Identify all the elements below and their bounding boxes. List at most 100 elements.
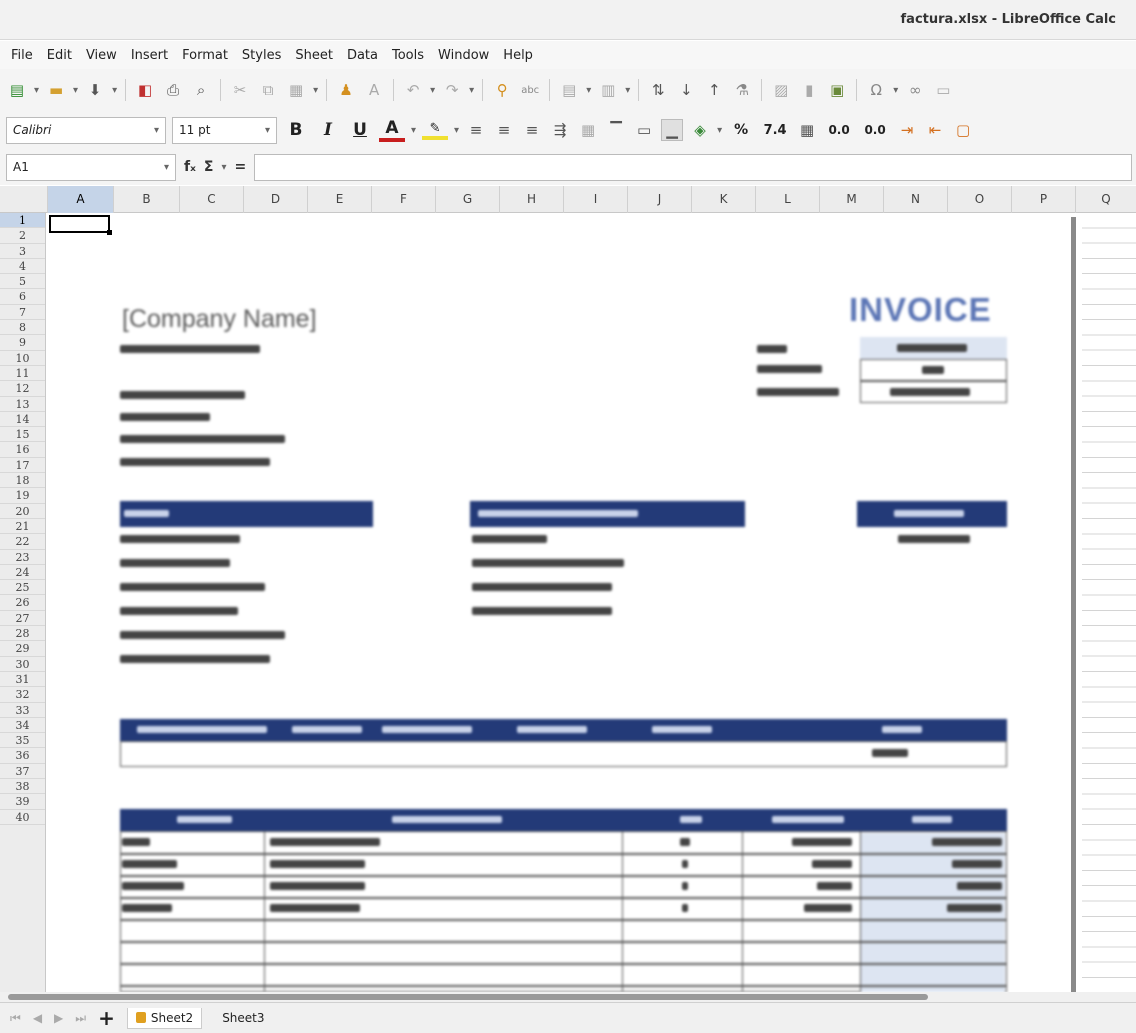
align-top-icon[interactable]: ▔ (605, 119, 627, 141)
print-icon[interactable]: ⎙ (162, 79, 184, 101)
row-header[interactable]: 2 (0, 228, 45, 244)
add-decimal-button[interactable]: 0.0 (824, 123, 854, 137)
menu-view[interactable]: View (79, 48, 124, 63)
column-header[interactable]: F (371, 186, 435, 213)
row-header[interactable]: 27 (0, 611, 45, 627)
save-dropdown-icon[interactable]: ▾ (112, 85, 117, 96)
menu-format[interactable]: Format (175, 48, 235, 63)
row-header[interactable]: 6 (0, 289, 45, 305)
font-name-box[interactable]: Calibri ▾ (6, 116, 166, 144)
menu-help[interactable]: Help (496, 48, 540, 63)
autofilter-icon[interactable]: ⚗ (731, 79, 753, 101)
sort-ascending-icon[interactable]: ↓ (675, 79, 697, 101)
row-header[interactable]: 34 (0, 718, 45, 734)
row-header[interactable]: 18 (0, 473, 45, 489)
row-header[interactable]: 32 (0, 687, 45, 703)
highlight-color-icon[interactable]: ✎ (422, 121, 449, 140)
open-dropdown-icon[interactable]: ▾ (73, 85, 78, 96)
increase-indent-icon[interactable]: ⇥ (896, 119, 918, 141)
font-color-icon[interactable]: A (379, 118, 405, 142)
row-header[interactable]: 17 (0, 458, 45, 474)
column-header[interactable]: A (47, 186, 113, 213)
menu-data[interactable]: Data (340, 48, 385, 63)
previous-sheet-icon[interactable]: ◀ (33, 1011, 42, 1025)
sort-icon[interactable]: ⇅ (647, 79, 669, 101)
column-header[interactable]: Q (1075, 186, 1136, 213)
sort-descending-icon[interactable]: ↑ (703, 79, 725, 101)
percent-format-button[interactable]: % (728, 122, 754, 138)
row-header[interactable]: 20 (0, 504, 45, 519)
sum-icon[interactable]: Σ (204, 159, 214, 175)
new-dropdown-icon[interactable]: ▾ (34, 85, 39, 96)
row-header[interactable]: 31 (0, 672, 45, 688)
italic-button[interactable]: I (315, 120, 341, 140)
last-sheet-icon[interactable]: ⏭ (75, 1011, 86, 1026)
special-character-dropdown-icon[interactable]: ▾ (893, 85, 898, 96)
underline-button[interactable]: U (347, 120, 373, 140)
menu-tools[interactable]: Tools (385, 48, 431, 63)
align-middle-icon[interactable]: ▭ (633, 119, 655, 141)
new-document-icon[interactable]: ▤ (6, 79, 28, 101)
sheet-tab[interactable]: Sheet3 (214, 1008, 272, 1028)
menu-insert[interactable]: Insert (124, 48, 175, 63)
row-header[interactable]: 19 (0, 488, 45, 504)
cut-icon[interactable]: ✂ (229, 79, 251, 101)
row-header[interactable]: 8 (0, 320, 45, 336)
borders-icon[interactable]: ▢ (952, 119, 974, 141)
scrollbar-thumb[interactable] (8, 994, 928, 1000)
row-icon[interactable]: ▤ (558, 79, 580, 101)
column-header[interactable]: N (883, 186, 947, 213)
paste-dropdown-icon[interactable]: ▾ (313, 85, 318, 96)
row-header[interactable]: 36 (0, 748, 45, 764)
pivot-table-icon[interactable]: ▣ (826, 79, 848, 101)
row-col-corner[interactable] (0, 186, 47, 213)
row-header[interactable]: 4 (0, 259, 45, 275)
paste-icon[interactable]: ▦ (285, 79, 307, 101)
clear-formatting-icon[interactable]: A (363, 79, 385, 101)
formula-icon[interactable]: = (234, 159, 246, 175)
menu-sheet[interactable]: Sheet (288, 48, 340, 63)
clone-formatting-icon[interactable]: ♟ (335, 79, 357, 101)
comment-icon[interactable]: ▭ (932, 79, 954, 101)
column-header[interactable]: C (179, 186, 243, 213)
export-pdf-icon[interactable]: ◧ (134, 79, 156, 101)
row-header[interactable]: 28 (0, 626, 45, 642)
formula-input[interactable] (254, 153, 1132, 181)
spelling-icon[interactable]: abc (519, 79, 541, 101)
open-folder-icon[interactable]: ▬ (45, 79, 67, 101)
merge-cells-icon[interactable]: ▦ (577, 119, 599, 141)
column-header[interactable]: G (435, 186, 499, 213)
undo-dropdown-icon[interactable]: ▾ (430, 85, 435, 96)
date-format-icon[interactable]: ▦ (796, 119, 818, 141)
special-character-icon[interactable]: Ω (865, 79, 887, 101)
name-box[interactable]: A1 ▾ (6, 153, 176, 181)
row-header[interactable]: 33 (0, 703, 45, 718)
copy-icon[interactable]: ⧉ (257, 79, 279, 101)
menu-styles[interactable]: Styles (235, 48, 288, 63)
undo-icon[interactable]: ↶ (402, 79, 424, 101)
column-icon[interactable]: ▥ (597, 79, 619, 101)
row-header[interactable]: 40 (0, 810, 45, 825)
row-header[interactable]: 11 (0, 366, 45, 382)
row-header[interactable]: 12 (0, 381, 45, 397)
first-sheet-icon[interactable]: ⏮ (10, 1011, 21, 1026)
column-dropdown-icon[interactable]: ▾ (625, 85, 630, 96)
column-header[interactable]: I (563, 186, 627, 213)
column-header[interactable]: L (755, 186, 819, 213)
column-header[interactable]: J (627, 186, 691, 213)
row-header[interactable]: 25 (0, 580, 45, 596)
menu-file[interactable]: File (4, 48, 40, 63)
insert-image-icon[interactable]: ▨ (770, 79, 792, 101)
row-header[interactable]: 35 (0, 733, 45, 749)
row-header[interactable]: 5 (0, 274, 45, 290)
row-header[interactable]: 16 (0, 442, 45, 458)
delete-decimal-button[interactable]: 0.0 (860, 123, 890, 137)
row-header[interactable]: 29 (0, 641, 45, 657)
column-header[interactable]: M (819, 186, 883, 213)
redo-dropdown-icon[interactable]: ▾ (469, 85, 474, 96)
row-header[interactable]: 14 (0, 412, 45, 428)
align-bottom-icon[interactable]: ▁ (661, 119, 684, 141)
add-sheet-icon[interactable]: + (98, 1006, 115, 1030)
row-header[interactable]: 24 (0, 565, 45, 581)
row-header[interactable]: 37 (0, 764, 45, 779)
